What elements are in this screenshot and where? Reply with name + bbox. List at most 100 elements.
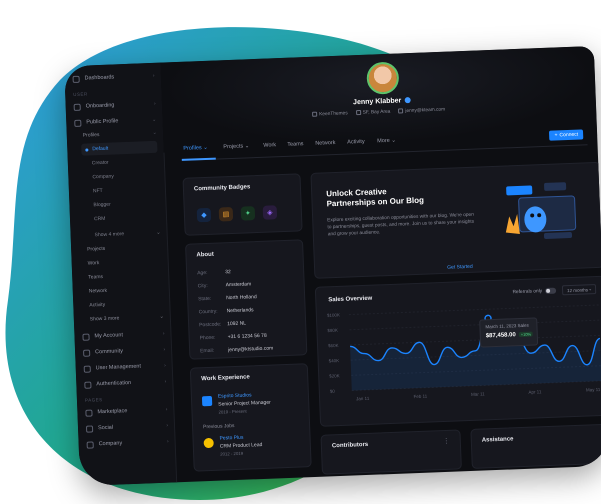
x-tick-label: Feb 11 — [413, 394, 427, 400]
sidebar-subitem[interactable]: CRM — [94, 211, 160, 226]
blog-title: Unlock Creative Partnerships on Our Blog — [326, 187, 425, 209]
sidebar-item-dashboards[interactable]: Dashboards › — [72, 69, 155, 86]
user-plus-icon: + — [554, 132, 558, 139]
profile-icon — [74, 119, 82, 127]
sidebar-item-onboarding[interactable]: Onboarding › — [73, 97, 156, 114]
job-role: Senior Project Manager — [218, 399, 271, 408]
x-tick-label: May 11 — [586, 387, 601, 393]
about-row: Age: 32 — [197, 269, 231, 277]
company-logo-icon — [201, 395, 213, 407]
company-icon — [312, 111, 318, 117]
about-row: Phone: +31 6 1234 56 78 — [199, 332, 267, 342]
sidebar-item-my-account[interactable]: My Account › — [82, 327, 165, 344]
sidebar-subitem[interactable]: Blogger — [93, 197, 159, 212]
sidebar-item-social[interactable]: Social › — [85, 419, 169, 436]
card-title: Work Experience — [201, 374, 250, 383]
tab-work[interactable]: Work — [263, 142, 276, 148]
chevron-icon: › — [165, 406, 168, 413]
building-icon — [86, 440, 94, 449]
sidebar-show-more[interactable]: Show 4 more ⌄ — [94, 227, 161, 242]
sidebar-subitem[interactable]: Creator — [92, 155, 158, 170]
tab-network[interactable]: Network — [315, 140, 335, 147]
contributors-card: Contributors ⋮ — [320, 429, 462, 475]
gem-icon[interactable]: ◈ — [262, 205, 278, 220]
chevron-icon: › — [162, 330, 165, 337]
sidebar-item-company[interactable]: Company › — [86, 435, 169, 452]
community-badges-card: Community Badges ◆ ▤ ✦ ◈ — [182, 173, 303, 236]
chevron-icon: ⌄ — [151, 116, 157, 123]
chevron-down-icon: ⌄ — [203, 144, 208, 152]
active-tab-indicator — [181, 157, 216, 161]
chevron-icon: › — [163, 362, 166, 369]
section-label-user: USER — [73, 91, 88, 97]
company-logo-icon — [203, 437, 214, 449]
chevron-icon: › — [153, 100, 156, 107]
sidebar-item-user-management[interactable]: User Management › — [83, 359, 166, 376]
dashboard-window: Dashboards › USER Onboarding › Public Prof… — [64, 45, 601, 487]
sidebar-subitem[interactable]: Company — [92, 169, 158, 184]
sidebar-item-marketplace[interactable]: Marketplace › — [85, 403, 168, 420]
previous-jobs-label: Previous Jobs — [202, 423, 235, 431]
sidebar-item-authentication[interactable]: Authentication › — [84, 375, 166, 392]
sidebar-subitem[interactable]: NFT — [93, 183, 159, 198]
sidebar-item-work[interactable]: Work — [87, 255, 161, 270]
grid-line — [349, 319, 600, 331]
sidebar-item-network[interactable]: Network — [89, 283, 163, 298]
y-tick-label: $80K — [327, 328, 338, 333]
chart-tooltip: March 11, 2023 Sales $87,458.00 +10% — [479, 317, 539, 348]
sidebar-item-activity[interactable]: Activity — [89, 297, 163, 312]
sidebar-item-default[interactable]: Default — [81, 140, 158, 156]
card-title: Assistance — [481, 436, 514, 444]
star-icon[interactable]: ✦ — [240, 206, 256, 221]
x-tick-label: Mar 11 — [471, 391, 485, 397]
tab-profiles[interactable]: Profiles ⌄ — [183, 145, 208, 152]
account-icon — [82, 333, 90, 341]
about-row: Postcode: 1092 NL — [199, 320, 247, 329]
get-started-link[interactable]: Get Started — [447, 264, 473, 271]
pulse-icon[interactable]: ◆ — [196, 207, 212, 223]
chevron-icon: › — [163, 346, 166, 353]
dashboard-icon — [72, 75, 80, 83]
y-tick-label: $60K — [328, 343, 339, 348]
tab-projects[interactable]: Projects ⌄ — [223, 143, 249, 150]
chevron-down-icon: ⌄ — [159, 313, 164, 320]
y-tick-label: $0 — [330, 389, 336, 394]
about-card: About Age: 32 City: Amsterdam State: North … — [185, 239, 308, 360]
chevron-icon: ⌄ — [152, 129, 157, 136]
chevron-icon: › — [152, 72, 155, 79]
about-row: City: Amsterdam — [197, 281, 252, 290]
job-date: 2019 - Present — [218, 408, 247, 415]
social-icon — [85, 424, 94, 433]
sales-overview-card: Sales Overview Referrals only 12 months ⌄… — [314, 275, 601, 427]
about-row: Email: jenny@ktstudio.com — [200, 345, 274, 355]
verified-icon — [404, 97, 411, 104]
sidebar-item-teams[interactable]: Teams — [88, 269, 162, 284]
chevron-down-icon: ⌄ — [244, 143, 250, 150]
chevron-icon: › — [164, 378, 167, 385]
connect-button[interactable]: + Connect — [549, 129, 584, 141]
mail-icon — [398, 108, 404, 114]
shop-icon — [85, 408, 93, 417]
chevron-down-icon: ⌄ — [391, 137, 397, 144]
blog-description: Explore exciting collaboration opportuni… — [327, 212, 475, 238]
card-title: Community Badges — [193, 184, 251, 193]
x-tick-label: Apr 11 — [528, 389, 542, 395]
sidebar-item-projects[interactable]: Projects — [87, 241, 161, 256]
tooltip-percent: +10% — [518, 331, 534, 338]
sidebar-show-more-2[interactable]: Show 3 more ⌄ — [90, 311, 164, 326]
sidebar-item-community[interactable]: Community › — [83, 343, 165, 360]
assistance-card: Assistance — [470, 423, 601, 469]
job-company[interactable]: Esprito Studios — [218, 392, 252, 399]
job-company[interactable]: Pesto Plus — [219, 435, 243, 442]
sidebar-item-profiles[interactable]: Profiles ⌄ — [83, 127, 157, 142]
section-label-pages: PAGES — [84, 397, 103, 403]
chevron-icon: › — [166, 438, 169, 445]
flame-icon[interactable]: ▤ — [218, 206, 234, 222]
about-row: State: North Holland — [198, 294, 257, 303]
tab-teams[interactable]: Teams — [287, 141, 303, 148]
more-options-icon[interactable]: ⋮ — [443, 437, 450, 445]
tab-more[interactable]: More ⌄ — [377, 138, 396, 145]
chevron-icon: › — [166, 422, 169, 429]
about-row: Country: Netherlands — [198, 307, 254, 316]
tab-activity[interactable]: Activity — [347, 139, 365, 146]
